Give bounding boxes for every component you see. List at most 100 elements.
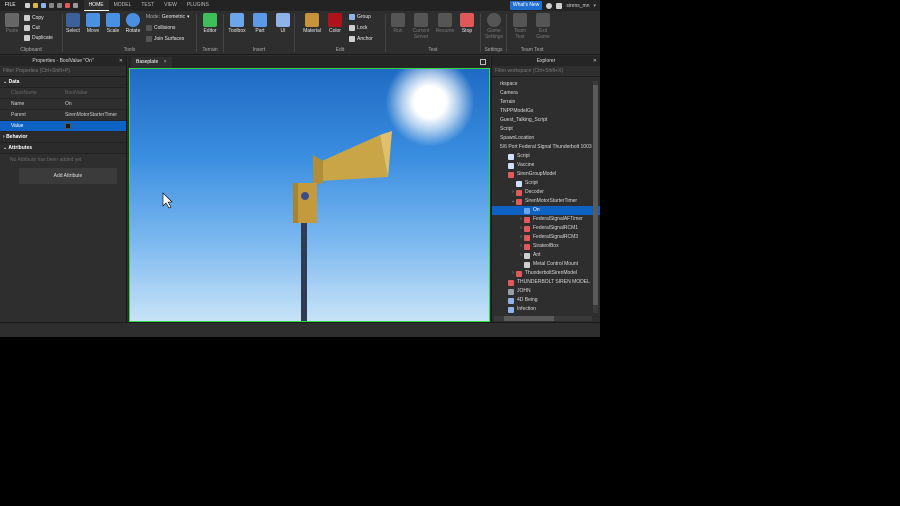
close-icon[interactable]: ✕ [593,56,597,66]
lock-button[interactable]: Lock [349,25,368,31]
anchor-button[interactable]: Anchor [349,36,373,42]
explorer-horizontal-scrollbar[interactable] [494,316,592,321]
explorer-item[interactable]: Terrain [492,98,600,107]
game-settings-button[interactable]: Game Settings [483,13,505,40]
explorer-item[interactable]: On [492,206,600,215]
settings-small-icon[interactable] [72,3,78,8]
close-icon[interactable]: × [164,59,167,65]
share-icon[interactable] [556,2,563,9]
current-server-button[interactable]: Current Server [410,13,432,40]
redo-icon[interactable] [56,3,62,8]
explorer-item[interactable]: › FederalSignalRCM3 [492,233,600,242]
whats-new-button[interactable]: What's New [509,1,543,10]
behavior-section-header[interactable]: › Behavior [0,132,126,143]
property-value[interactable] [62,121,71,131]
explorer-item[interactable]: Script [492,125,600,134]
join-surfaces-toggle[interactable]: Join Surfaces [146,36,184,42]
studio-window: FILE HOME MODEL TEST VIEW PLUGINS What's… [0,0,600,337]
run-button[interactable]: Run [388,13,408,34]
scrollbar-thumb[interactable] [593,85,598,305]
resume-button[interactable]: Resume [434,13,456,34]
rotate-button[interactable]: Rotate [123,13,143,34]
3d-viewport[interactable] [129,68,490,322]
cut-button[interactable]: Cut [24,25,40,31]
maximize-icon[interactable] [480,59,486,65]
help-icon[interactable] [546,2,553,9]
tab-plugins[interactable]: PLUGINS [182,0,214,11]
collisions-toggle[interactable]: Collisions [146,25,175,31]
explorer-item-label: FederalSignalAFTimer [533,216,583,222]
open-folder-icon[interactable] [32,3,38,8]
save-icon[interactable] [40,3,46,8]
data-section-label: Data [8,79,20,85]
explorer-filter-input[interactable]: Filter workspace (Ctrl+Shift+X) [492,66,600,77]
explorer-item[interactable]: JOHN [492,287,600,296]
explorer-item[interactable]: Guest_Talking_Script [492,116,600,125]
team-test-button[interactable]: Team Test [509,13,531,40]
chevron-down-icon[interactable]: ▾ [593,3,596,9]
select-button[interactable]: Select [63,13,83,34]
explorer-item[interactable]: › Ant [492,251,600,260]
tab-home[interactable]: HOME [83,0,109,11]
explorer-item[interactable]: › FederalSignalAFTimer [492,215,600,224]
tab-view[interactable]: VIEW [159,0,182,11]
explorer-item[interactable]: Script [492,179,600,188]
property-row-classname: ClassName BoolValue [0,88,126,99]
new-file-icon[interactable] [24,3,30,8]
terrain-editor-button[interactable]: Editor [200,13,220,34]
explorer-item[interactable]: › ThunderboltSirenModel [492,269,600,278]
explorer-item[interactable]: rkspace [492,80,600,89]
explorer-item[interactable]: SpawnLocation [492,134,600,143]
material-button[interactable]: Material [301,13,323,34]
property-row-value[interactable]: Value [0,121,126,132]
tab-test[interactable]: TEST [136,0,159,11]
property-value[interactable]: On [62,99,72,109]
part-button[interactable]: Part [250,13,270,34]
join-surfaces-icon [146,36,152,42]
tab-baseplate[interactable]: Baseplate × [131,57,172,68]
scale-button[interactable]: Scale [103,13,123,34]
explorer-item[interactable]: ⌄ SirenMotorStarterTimer [492,197,600,206]
explorer-item[interactable]: › SirateolBox [492,242,600,251]
explorer-item[interactable]: Camera [492,89,600,98]
file-menu[interactable]: FILE [0,0,21,11]
color-button[interactable]: Color [325,13,345,34]
add-attribute-button[interactable]: Add Attribute [19,168,117,184]
explorer-item[interactable]: THUNDERBOLT SIREN MODEL [492,278,600,287]
group-button[interactable]: Group [349,14,371,20]
attributes-section-header[interactable]: ⌄ Attributes [0,143,126,154]
property-value[interactable]: SirenMotorStarterTimer [62,110,117,120]
username[interactable]: sirens_mn [566,3,589,9]
exit-game-button[interactable]: Exit Game [532,13,554,40]
explorer-item[interactable]: 4D Being [492,296,600,305]
explorer-item[interactable]: TNPPModelGs [492,107,600,116]
explorer-vertical-scrollbar[interactable] [593,81,598,313]
explorer-item[interactable]: SirenGroupModel [492,170,600,179]
property-row-parent[interactable]: Parent SirenMotorStarterTimer [0,110,126,121]
paste-button[interactable]: Paste [3,13,21,34]
property-row-name[interactable]: Name On [0,99,126,110]
scrollbar-thumb[interactable] [504,316,554,321]
explorer-item[interactable]: Metal Control Mount [492,260,600,269]
explorer-item[interactable]: 5/6 Port Federal Signal Thunderbolt 1003 [492,143,600,152]
tab-model[interactable]: MODEL [109,0,137,11]
properties-filter-input[interactable]: Filter Properties (Ctrl+Shift+P) [0,66,126,77]
explorer-item[interactable]: Vaccine [492,161,600,170]
explorer-item[interactable]: Infection [492,305,600,314]
explorer-item[interactable]: Script [492,152,600,161]
toolbox-button[interactable]: Toolbox [226,13,248,34]
copy-button[interactable]: Copy [24,15,44,21]
explorer-item[interactable]: › FederalSignalRCM1 [492,224,600,233]
stop-button[interactable]: Stop [457,13,477,34]
stop-small-icon[interactable] [64,3,70,8]
mode-dropdown[interactable]: Mode: Geometric ▾ [146,14,189,20]
move-button[interactable]: Move [83,13,103,34]
data-section-header[interactable]: ⌄ Data [0,77,126,88]
duplicate-button[interactable]: Duplicate [24,35,53,41]
explorer-item[interactable]: › Decoder [492,188,600,197]
value-checkbox[interactable] [65,123,71,129]
siren-horn[interactable] [313,135,388,181]
undo-icon[interactable] [48,3,54,8]
close-icon[interactable]: ✕ [119,56,123,66]
ui-button[interactable]: UI [273,13,293,34]
